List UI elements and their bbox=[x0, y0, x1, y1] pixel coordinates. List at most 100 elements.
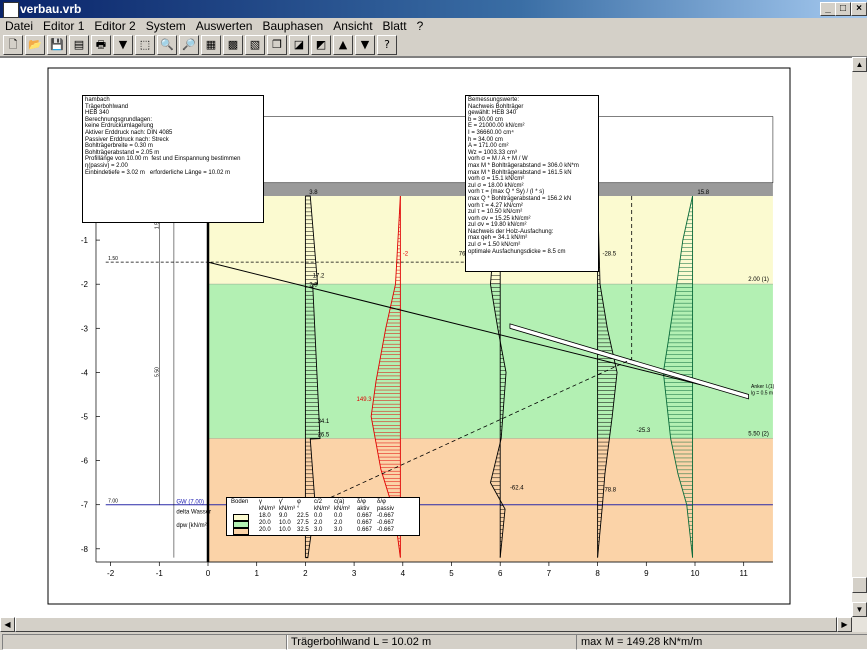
box-line: max qeh = 34.1 kN/m² bbox=[468, 235, 528, 242]
table-cell: γ bbox=[259, 499, 262, 505]
layer-depth-label: 5.50 (2) bbox=[748, 432, 769, 438]
x-tick-label: 8 bbox=[595, 569, 600, 578]
table-icon[interactable]: ▩ bbox=[223, 35, 243, 55]
x-tick-label: 5 bbox=[449, 569, 454, 578]
box-line: keine Erdruckumlagerung bbox=[85, 123, 154, 130]
table-cell: kN/m³ bbox=[279, 506, 295, 512]
menu-bauphasen[interactable]: Bauphasen bbox=[257, 18, 328, 34]
status-wall-length: Trägerbohlwand L = 10.02 m bbox=[286, 634, 577, 650]
close-button[interactable]: × bbox=[851, 2, 867, 16]
table-cell: 0.667 bbox=[357, 520, 373, 526]
window-title: verbau.vrb bbox=[20, 2, 82, 16]
scroll-down-icon[interactable]: ▼ bbox=[852, 602, 867, 617]
filter-icon[interactable]: ▼ bbox=[113, 35, 133, 55]
graph-icon[interactable]: ◪ bbox=[289, 35, 309, 55]
menu-ansicht[interactable]: Ansicht bbox=[328, 18, 377, 34]
value-label: 26.5 bbox=[318, 432, 330, 438]
menu-help[interactable]: ? bbox=[412, 18, 429, 34]
value-label: 17.2 bbox=[313, 274, 325, 280]
vertical-scroll-thumb[interactable] bbox=[852, 577, 867, 593]
properties-icon[interactable]: ▧ bbox=[245, 35, 265, 55]
table-cell: 32.5 bbox=[297, 527, 309, 533]
open-folder-icon[interactable]: 📂 bbox=[25, 35, 45, 55]
status-bar: Trägerbohlwand L = 10.02 m max M = 149.2… bbox=[0, 633, 867, 650]
drawing-canvas[interactable]: 2.00 (1)5.50 (2)-2-1012345678910110-1-2-… bbox=[0, 57, 852, 618]
scroll-right-icon[interactable]: ▶ bbox=[837, 617, 852, 632]
table-cell: 20.0 bbox=[259, 520, 271, 526]
box-line: Trägerbohlwand bbox=[85, 103, 129, 110]
box-line: optimale Ausfachungsdicke = 8.5 cm bbox=[468, 248, 566, 255]
arrow-down-icon[interactable]: ▼ bbox=[355, 35, 375, 55]
table-cell: 0.667 bbox=[357, 527, 373, 533]
box-line: Passiver Erddruck nach: Streck bbox=[85, 136, 169, 143]
table-cell: 27.5 bbox=[297, 520, 309, 526]
table-cell: aktiv bbox=[357, 506, 370, 512]
colors-icon[interactable]: ◩ bbox=[311, 35, 331, 55]
box-line: E = 21000.00 kN/cm² bbox=[468, 123, 525, 130]
value-label: -25.3 bbox=[637, 428, 651, 434]
scroll-up-icon[interactable]: ▲ bbox=[852, 57, 867, 72]
value-label: 15.8 bbox=[697, 190, 709, 196]
box-line: vorh σ = 15.1 kN/cm² bbox=[468, 176, 525, 183]
arrow-up-icon[interactable]: ▲ bbox=[333, 35, 353, 55]
menu-editor-1[interactable]: Editor 1 bbox=[38, 18, 89, 34]
save-icon[interactable]: 💾 bbox=[47, 35, 67, 55]
table-cell: 2.0 bbox=[334, 520, 343, 526]
layer-depth-label: 2.00 (1) bbox=[748, 277, 769, 283]
table-cell: 9.0 bbox=[279, 513, 288, 519]
x-tick-label: 0 bbox=[206, 569, 211, 578]
table-cell: kN/m³ bbox=[259, 506, 275, 512]
vertical-scrollbar[interactable]: ▲ ▼ bbox=[852, 57, 867, 617]
info-box: hambach Trägerbohlwand HEB 340 Berechnungsg… bbox=[82, 95, 264, 223]
table-cell: kN/m² bbox=[314, 506, 330, 512]
new-file-icon[interactable]: 🗋 bbox=[3, 35, 23, 55]
minimize-button[interactable]: _ bbox=[820, 2, 836, 16]
groundwater-label: GW (7.00) bbox=[176, 500, 204, 506]
box-line: b = 30.00 cm bbox=[468, 116, 503, 123]
status-left bbox=[2, 634, 288, 650]
horizontal-scrollbar[interactable]: ◀ ▶ bbox=[0, 617, 867, 632]
value-label: -62.4 bbox=[510, 485, 524, 491]
box-line: zul σ = 1.50 kN/cm² bbox=[468, 242, 521, 249]
zoom-in-icon[interactable]: 🔎 bbox=[179, 35, 199, 55]
y-tick-label: -4 bbox=[81, 368, 89, 377]
soil-layers-icon[interactable]: ▦ bbox=[201, 35, 221, 55]
table-cell: -0.667 bbox=[377, 520, 395, 526]
x-tick-label: 1 bbox=[254, 569, 259, 578]
anchor-label: lg = 0.5 m bbox=[751, 390, 773, 396]
zoom-window-icon[interactable]: ⬚ bbox=[135, 35, 155, 55]
dimension-label: 5.50 bbox=[154, 367, 160, 377]
y-tick-label: -3 bbox=[81, 324, 89, 333]
table-cell: φ bbox=[297, 499, 301, 505]
scroll-left-icon[interactable]: ◀ bbox=[0, 617, 15, 632]
box-line: I = 36660.00 cm⁴ bbox=[468, 129, 514, 136]
print-icon[interactable]: 🖶 bbox=[91, 35, 111, 55]
box-line: η(passiv) = 2.00 bbox=[85, 162, 128, 169]
help-icon[interactable]: ? bbox=[377, 35, 397, 55]
box-line: Profillänge von 10.00 m fest und Einspan… bbox=[85, 156, 241, 163]
x-tick-label: 11 bbox=[740, 569, 749, 578]
soil-swatch bbox=[233, 514, 249, 521]
maximize-button[interactable]: □ bbox=[835, 2, 851, 16]
menu-blatt[interactable]: Blatt bbox=[378, 18, 412, 34]
menu-auswerten[interactable]: Auswerten bbox=[191, 18, 258, 34]
box-line: A = 171.00 cm² bbox=[468, 143, 509, 150]
zoom-out-icon[interactable]: 🔍 bbox=[157, 35, 177, 55]
menu-system[interactable]: System bbox=[141, 18, 191, 34]
horizontal-scroll-thumb[interactable] bbox=[15, 617, 837, 632]
menu-editor-2[interactable]: Editor 2 bbox=[89, 18, 140, 34]
box-line: Nachweis Bohlträger bbox=[468, 103, 524, 110]
table-cell: kN/m² bbox=[334, 506, 350, 512]
page-icon[interactable]: ▤ bbox=[69, 35, 89, 55]
soil-swatch bbox=[233, 521, 249, 528]
copy-icon[interactable]: ❐ bbox=[267, 35, 287, 55]
value-label: 3.8 bbox=[309, 190, 318, 196]
table-cell: 10.0 bbox=[279, 527, 291, 533]
x-tick-label: -2 bbox=[107, 569, 115, 578]
y-tick-label: -6 bbox=[81, 457, 89, 466]
anchor-label: Anker I.(1) bbox=[751, 384, 775, 390]
menu-datei[interactable]: Datei bbox=[0, 18, 38, 34]
y-tick-label: -8 bbox=[81, 545, 89, 554]
box-line: Bemessungswerte: bbox=[468, 97, 520, 103]
table-cell: 20.0 bbox=[259, 527, 271, 533]
